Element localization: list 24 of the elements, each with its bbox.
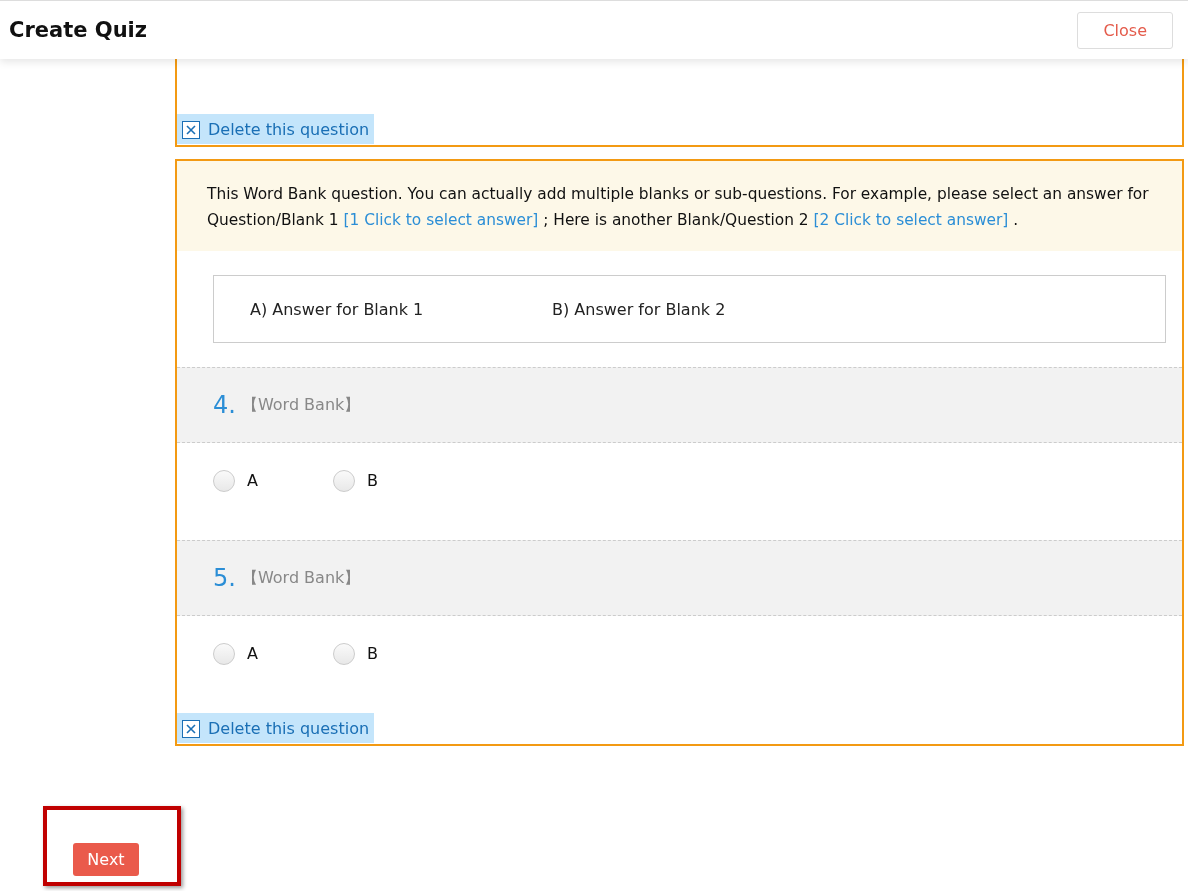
question-type: 【Word Bank】 [241,567,361,589]
question-number: 5. [213,564,236,592]
radio-option[interactable]: A [213,469,333,492]
radio-option[interactable]: B [333,642,453,665]
word-bank-option: A) Answer for Blank 1 [250,299,552,319]
question-text: This Word Bank question. You can actually add multiple blanks or sub-questions. For example, please select an answer for Question/Blank 1 [1 Click to select answer] ; Here is another Blank/Question 2 [2 Click to select answer] . [177,161,1182,251]
question-type: 【Word Bank】 [241,394,361,416]
page-title: Create Quiz [9,18,147,42]
radio-button[interactable] [213,642,235,665]
delete-question-button[interactable]: Delete this question [177,114,375,144]
delete-question-button[interactable]: Delete this question [177,713,375,743]
radio-button[interactable] [333,642,355,665]
radio-button[interactable] [213,469,235,492]
next-button[interactable]: Next [73,843,139,876]
radio-option[interactable]: A [213,642,333,665]
close-button[interactable]: Close [1077,11,1173,49]
radio-option[interactable]: B [333,469,453,492]
word-bank-option: B) Answer for Blank 2 [552,299,854,319]
radio-button[interactable] [333,469,355,492]
close-box-icon [182,719,200,738]
select-answer-link[interactable]: [2 Click to select answer] [813,211,1009,229]
select-answer-link[interactable]: [1 Click to select answer] [343,211,539,229]
close-box-icon [182,120,200,139]
question-number: 4. [213,391,236,419]
